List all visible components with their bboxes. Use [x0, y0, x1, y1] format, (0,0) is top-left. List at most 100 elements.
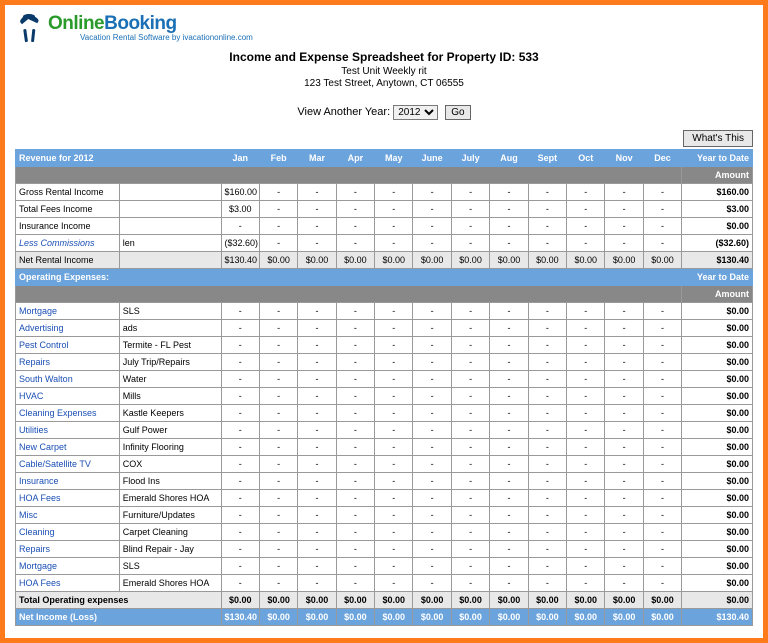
row-label[interactable]: HOA Fees: [16, 490, 120, 507]
cell: -: [259, 558, 297, 575]
cell: -: [336, 541, 374, 558]
cell: -: [413, 524, 451, 541]
expense-link[interactable]: Mortgage: [19, 306, 57, 316]
cell: -: [259, 235, 297, 252]
cell: -: [413, 218, 451, 235]
cell: -: [259, 388, 297, 405]
row-desc: Gulf Power: [119, 422, 221, 439]
cell: -: [298, 303, 336, 320]
cell: -: [451, 541, 489, 558]
cell: -: [413, 354, 451, 371]
revenue-header: Revenue for 2012: [16, 150, 222, 167]
expense-link[interactable]: HOA Fees: [19, 493, 61, 503]
cell: -: [451, 456, 489, 473]
expense-link[interactable]: South Walton: [19, 374, 73, 384]
cell: -: [336, 337, 374, 354]
cell: $0.00: [413, 592, 451, 609]
cell: -: [221, 558, 259, 575]
whats-this-button[interactable]: What's This: [683, 130, 753, 147]
cell: -: [567, 388, 605, 405]
expense-link[interactable]: Cleaning: [19, 527, 55, 537]
cell: -: [451, 439, 489, 456]
row-label[interactable]: Mortgage: [16, 303, 120, 320]
ytd-cell: $160.00: [682, 184, 753, 201]
year-select[interactable]: 2012: [393, 105, 438, 120]
cell: -: [567, 405, 605, 422]
cell: -: [336, 388, 374, 405]
expense-link[interactable]: New Carpet: [19, 442, 67, 452]
cell: -: [413, 490, 451, 507]
expense-link[interactable]: HVAC: [19, 391, 43, 401]
cell: -: [605, 371, 643, 388]
row-label[interactable]: New Carpet: [16, 439, 120, 456]
cell: -: [336, 184, 374, 201]
expense-link[interactable]: HOA Fees: [19, 578, 61, 588]
month-header: Feb: [259, 150, 297, 167]
cell: -: [451, 320, 489, 337]
cell: -: [451, 201, 489, 218]
row-label[interactable]: Utilities: [16, 422, 120, 439]
cell: $0.00: [567, 252, 605, 269]
row-label[interactable]: Repairs: [16, 541, 120, 558]
expense-link[interactable]: Pest Control: [19, 340, 69, 350]
row-label[interactable]: Cleaning Expenses: [16, 405, 120, 422]
cell: -: [528, 303, 566, 320]
cell: -: [336, 490, 374, 507]
expense-link[interactable]: Utilities: [19, 425, 48, 435]
cell: -: [490, 456, 528, 473]
cell: -: [528, 439, 566, 456]
ytd-cell: $0.00: [682, 507, 753, 524]
month-header: Sept: [528, 150, 566, 167]
cell: -: [259, 456, 297, 473]
cell: -: [221, 575, 259, 592]
ytd-cell: $0.00: [682, 490, 753, 507]
logo-tagline: Vacation Rental Software by ivacationonl…: [80, 33, 253, 42]
cell: $0.00: [490, 592, 528, 609]
cell: -: [336, 524, 374, 541]
row-label[interactable]: Cleaning: [16, 524, 120, 541]
cell: -: [336, 473, 374, 490]
row-desc: Emerald Shores HOA: [119, 490, 221, 507]
expense-link[interactable]: Cleaning Expenses: [19, 408, 97, 418]
cell: -: [221, 337, 259, 354]
expense-link[interactable]: Cable/Satellite TV: [19, 459, 91, 469]
cell: -: [375, 541, 413, 558]
row-label[interactable]: Cable/Satellite TV: [16, 456, 120, 473]
go-button[interactable]: Go: [445, 105, 470, 120]
cell: -: [375, 354, 413, 371]
expense-link[interactable]: Repairs: [19, 544, 50, 554]
row-desc: [119, 201, 221, 218]
cell: -: [336, 507, 374, 524]
cell: -: [643, 201, 681, 218]
cell: $0.00: [528, 252, 566, 269]
cell: -: [451, 337, 489, 354]
cell: -: [413, 558, 451, 575]
expense-link[interactable]: Insurance: [19, 476, 59, 486]
row-label[interactable]: HVAC: [16, 388, 120, 405]
row-label[interactable]: HOA Fees: [16, 575, 120, 592]
cell: -: [605, 184, 643, 201]
cell: -: [567, 354, 605, 371]
expense-link[interactable]: Advertising: [19, 323, 64, 333]
row-label[interactable]: Advertising: [16, 320, 120, 337]
cell: -: [528, 490, 566, 507]
row-desc: ads: [119, 320, 221, 337]
expense-link[interactable]: Misc: [19, 510, 38, 520]
expense-link[interactable]: Mortgage: [19, 561, 57, 571]
palm-tree-icon: [15, 14, 45, 42]
month-header: Aug: [490, 150, 528, 167]
cell: -: [298, 218, 336, 235]
cell: -: [413, 575, 451, 592]
row-label[interactable]: Misc: [16, 507, 120, 524]
cell: -: [605, 575, 643, 592]
cell: -: [375, 184, 413, 201]
row-label[interactable]: Insurance: [16, 473, 120, 490]
row-label[interactable]: Repairs: [16, 354, 120, 371]
cell: -: [375, 201, 413, 218]
row-label[interactable]: South Walton: [16, 371, 120, 388]
expense-link[interactable]: Repairs: [19, 357, 50, 367]
row-label[interactable]: Mortgage: [16, 558, 120, 575]
cell: -: [643, 388, 681, 405]
row-label[interactable]: Pest Control: [16, 337, 120, 354]
cell: -: [413, 456, 451, 473]
